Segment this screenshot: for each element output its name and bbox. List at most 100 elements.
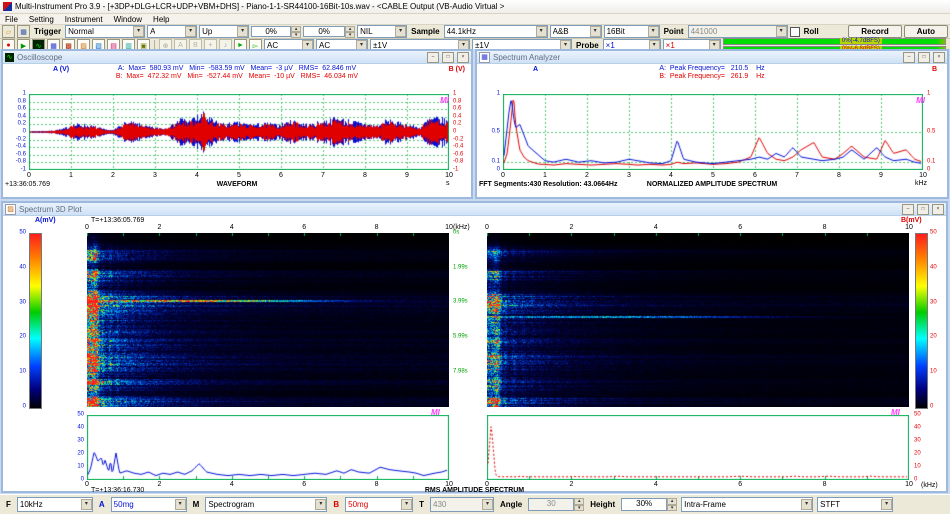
tick-label: 0 (27, 172, 31, 179)
menu-file[interactable]: File (5, 15, 18, 24)
trigger-delay-stepper[interactable]: 0% ▴▾ (303, 26, 355, 37)
spinner-down-icon[interactable]: ▾ (345, 32, 355, 38)
restore-button[interactable]: □ (918, 52, 930, 63)
menu-instrument[interactable]: Instrument (65, 15, 103, 24)
dropdown-arrow-icon[interactable]: ▾ (536, 26, 547, 37)
dropdown-arrow-icon[interactable]: ▾ (648, 26, 659, 37)
tick-label: 0 (23, 129, 26, 136)
value-text: Normal (68, 27, 94, 36)
window-title: Multi-Instrument Pro 3.9 - [+3DP+DLG+LCR… (15, 2, 504, 11)
tick-label: 0 (453, 129, 456, 136)
trigger-source-select[interactable]: A ▾ (147, 25, 197, 38)
spectrum-3d-plot-titlebar[interactable]: ▨ Spectrum 3D Plot – □ × (3, 203, 946, 216)
tick-label: 7 (321, 172, 325, 179)
value-text: 10kHz (20, 500, 43, 509)
tick-label: 7 (795, 172, 799, 179)
minimize-button[interactable]: – (427, 52, 439, 63)
value-text: Up (202, 27, 212, 36)
spectrogram-a[interactable] (87, 233, 449, 407)
dropdown-arrow-icon[interactable]: ▾ (175, 499, 186, 510)
sample-rate-select[interactable]: 44.1kHz ▾ (444, 25, 548, 38)
menu-help[interactable]: Help (153, 15, 169, 24)
value-text: 30 (528, 498, 574, 511)
trigger-hpf-select[interactable]: NIL ▾ (357, 25, 407, 38)
spectrum-3d-plot-panel-icon: ▨ (5, 204, 16, 215)
mode-label: M (191, 500, 202, 509)
auto-button[interactable]: Auto (904, 25, 948, 38)
transform-method-select[interactable]: STFT ▾ (817, 497, 893, 512)
freq-range-select[interactable]: 10kHz ▾ (17, 497, 93, 512)
restore-button[interactable]: □ (917, 204, 929, 215)
trigger-edge-select[interactable]: Up ▾ (199, 25, 249, 38)
minimize-button[interactable]: – (903, 52, 915, 63)
menu-setting[interactable]: Setting (29, 15, 54, 24)
tick-label: 10 (445, 172, 453, 179)
close-button[interactable]: × (933, 52, 945, 63)
height-stepper[interactable]: 30% ▴▾ (621, 498, 677, 511)
frame-mode-select[interactable]: Intra-Frame ▾ (681, 497, 813, 512)
record-button[interactable]: Record (848, 25, 902, 38)
dropdown-arrow-icon[interactable]: ▾ (133, 26, 144, 37)
tick-label: 0.5 (927, 129, 935, 136)
level-meter-a-readout: 0%(-4.7dBFS) (840, 38, 882, 44)
dropdown-arrow-icon[interactable]: ▾ (590, 26, 601, 37)
display-mode-select[interactable]: Spectrogram ▾ (205, 497, 327, 512)
value-text: 50mg (114, 500, 134, 509)
value-text: 30% (621, 498, 667, 511)
waveform-plot[interactable] (29, 94, 449, 170)
application-window: { "window":{"title":"Multi-Instrument Pr… (0, 0, 950, 514)
tick-label: 5.99s (453, 334, 468, 341)
colorbar-a-scale: 50403020100 (7, 233, 27, 407)
rms-spectrum-b[interactable] (487, 415, 909, 480)
sample-channels-select[interactable]: A&B ▾ (550, 25, 602, 38)
angle-label: Angle (498, 500, 524, 509)
spinner-down-icon[interactable]: ▾ (291, 32, 301, 38)
y-axis-b: 10.80.60.40.20-0.2-0.4-0.6-0.8-1 (451, 94, 469, 170)
tick-label: 4 (195, 172, 199, 179)
dropdown-arrow-icon[interactable]: ▾ (801, 499, 812, 510)
value-text: 44.1kHz (447, 27, 476, 36)
dropdown-arrow-icon[interactable]: ▾ (237, 26, 248, 37)
spectrum-analyzer-panel: ▦ Spectrum Analyzer – □ × A: Peak Freque… (475, 49, 949, 199)
tick-label: 0 (914, 477, 917, 484)
traces-label: T (417, 500, 426, 509)
menu-window[interactable]: Window (114, 15, 142, 24)
dropdown-arrow-icon[interactable]: ▾ (395, 26, 406, 37)
oscilloscope-titlebar[interactable]: ∿ Oscilloscope – □ × (3, 51, 471, 64)
range-b-label: B (331, 500, 341, 509)
colorbar-a-label: A(mV) (35, 217, 56, 224)
tick-label: 2 (157, 224, 161, 231)
minimize-button[interactable]: – (902, 204, 914, 215)
spectrum-analyzer-titlebar[interactable]: ▦ Spectrum Analyzer – □ × (477, 51, 947, 64)
sample-bits-select[interactable]: 16Bit ▾ (604, 25, 660, 38)
close-button[interactable]: × (457, 52, 469, 63)
restore-button[interactable]: □ (442, 52, 454, 63)
tick-label: 40 (914, 425, 921, 432)
dropdown-arrow-icon[interactable]: ▾ (881, 499, 892, 510)
amplitude-b-select[interactable]: 50mg ▾ (345, 497, 413, 512)
save-icon[interactable]: ▦ (17, 25, 30, 38)
trigger-mode-select[interactable]: Normal ▾ (65, 25, 145, 38)
tick-label: 0.2 (18, 121, 26, 128)
spinner-down-icon[interactable]: ▾ (667, 505, 677, 512)
dropdown-arrow-icon[interactable]: ▾ (185, 26, 196, 37)
y-axis-a: 10.80.60.40.20-0.2-0.4-0.6-0.8-1 (7, 94, 27, 170)
dropdown-arrow-icon[interactable]: ▾ (315, 499, 326, 510)
tick-label: 0 (927, 167, 930, 174)
tick-label: 3 (627, 172, 631, 179)
open-icon[interactable]: ▱ (2, 25, 15, 38)
dropdown-arrow-icon[interactable]: ▾ (401, 499, 412, 510)
spectrum-analyzer-panel-icon: ▦ (479, 52, 490, 63)
dropdown-arrow-icon[interactable]: ▾ (81, 499, 92, 510)
value-text: 430 (433, 500, 446, 509)
close-button[interactable]: × (932, 204, 944, 215)
tick-label: 50 (914, 412, 921, 419)
window-titlebar[interactable]: Multi-Instrument Pro 3.9 - [+3DP+DLG+LCR… (0, 0, 950, 14)
roll-checkbox[interactable] (790, 27, 800, 37)
tick-label: 3 (153, 172, 157, 179)
spectrum-plot[interactable] (503, 94, 923, 170)
trigger-level-stepper[interactable]: 0% ▴▾ (251, 26, 301, 37)
rms-spectrum-a[interactable] (87, 415, 449, 480)
amplitude-a-select[interactable]: 50mg ▾ (111, 497, 187, 512)
spectrogram-b[interactable] (487, 233, 909, 407)
